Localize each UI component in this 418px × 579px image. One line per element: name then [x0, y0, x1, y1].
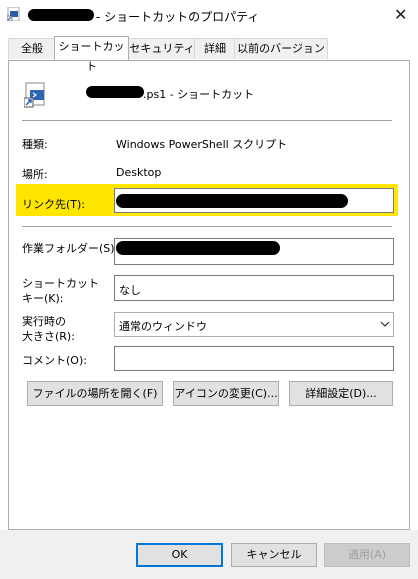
type-value: Windows PowerShell スクリプト — [116, 138, 288, 151]
shortcut-key-value: なし — [119, 284, 141, 297]
chevron-down-icon[interactable] — [380, 321, 390, 327]
start-in-label: 作業フォルダー(S): — [22, 242, 119, 255]
shortcut-icon — [7, 7, 20, 21]
tab-security[interactable]: セキュリティ — [128, 38, 196, 59]
apply-button[interactable]: 適用(A) — [324, 543, 410, 567]
comment-field[interactable] — [114, 346, 394, 371]
cancel-button[interactable]: キャンセル — [231, 543, 317, 567]
tab-details[interactable]: 詳細 — [194, 38, 236, 59]
powershell-shortcut-icon — [24, 82, 45, 108]
tab-general[interactable]: 全般 — [8, 38, 56, 59]
ok-button[interactable]: OK — [136, 543, 223, 567]
redacted-filename — [86, 86, 144, 98]
redacted-start-in — [116, 241, 280, 255]
comment-label: コメント(O): — [22, 354, 87, 367]
divider — [22, 226, 392, 227]
tab-previous-versions[interactable]: 以前のバージョン — [234, 38, 328, 59]
target-label: リンク先(T): — [22, 198, 86, 211]
divider — [22, 120, 392, 121]
run-value: 通常のウィンドウ — [119, 320, 207, 333]
redacted-name — [28, 9, 94, 21]
shortcut-key-label-line1: ショートカット — [22, 277, 99, 290]
change-icon-button[interactable]: アイコンの変更(C)... — [173, 381, 279, 406]
advanced-button[interactable]: 詳細設定(D)... — [289, 381, 393, 406]
run-label-line2: 大きさ(R): — [22, 330, 75, 343]
tab-shortcut[interactable]: ショートカット — [54, 36, 129, 73]
title-bar: - ショートカットのプロパティ ✕ — [0, 0, 418, 30]
shortcut-key-field[interactable] — [114, 275, 394, 301]
type-label: 種類: — [22, 138, 48, 151]
shortcut-name: .ps1 - ショートカット — [143, 88, 255, 101]
run-label-line1: 実行時の — [22, 315, 66, 328]
shortcut-key-label-line2: キー(K): — [22, 292, 64, 305]
window-title: - ショートカットのプロパティ — [96, 10, 260, 24]
open-file-location-button[interactable]: ファイルの場所を開く(F) — [27, 381, 163, 406]
location-value: Desktop — [116, 166, 162, 179]
redacted-target — [116, 194, 348, 208]
location-label: 場所: — [22, 168, 48, 181]
close-icon[interactable]: ✕ — [394, 5, 407, 24]
